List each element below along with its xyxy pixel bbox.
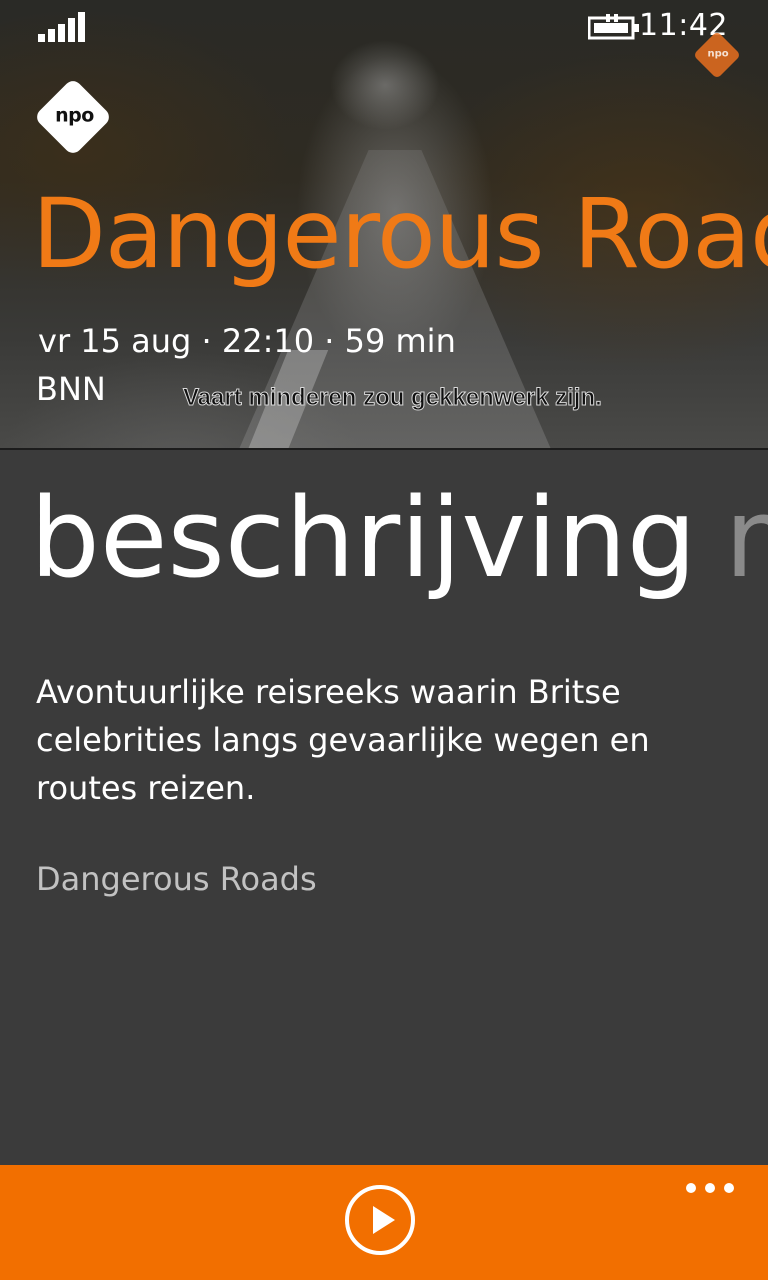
program-detail-screen: 11:42 npo npo Dangerous Roads vr 15 aug … <box>0 0 768 1280</box>
app-bar <box>0 1165 768 1280</box>
hero-divider <box>0 448 768 450</box>
signal-bars-icon <box>38 12 88 42</box>
pivot-header: beschrijvingmeer <box>30 478 768 599</box>
program-title: Dangerous Roads <box>32 178 768 290</box>
series-name[interactable]: Dangerous Roads <box>36 860 317 898</box>
play-button[interactable] <box>345 1185 415 1255</box>
ellipsis-icon[interactable] <box>686 1183 736 1195</box>
channel-watermark-text: npo <box>707 48 729 60</box>
battery-charging-icon <box>588 14 639 40</box>
video-subtitle-caption: Vaart minderen zou gekkenwerk zijn. <box>183 384 603 412</box>
pivot-tab-meer[interactable]: meer <box>725 474 768 602</box>
description-text: Avontuurlijke reisreeks waarin Britse ce… <box>36 673 650 807</box>
pivot-tab-beschrijving[interactable]: beschrijving <box>30 474 697 602</box>
hero-header: 11:42 npo npo Dangerous Roads vr 15 aug … <box>0 0 768 450</box>
npo-logo: npo <box>33 77 113 157</box>
npo-logo-text: npo <box>55 104 94 127</box>
play-circle-icon <box>373 1206 395 1234</box>
status-bar: 11:42 <box>0 0 768 56</box>
program-broadcaster: BNN <box>36 370 106 408</box>
program-meta: vr 15 aug · 22:10 · 59 min <box>38 322 456 360</box>
